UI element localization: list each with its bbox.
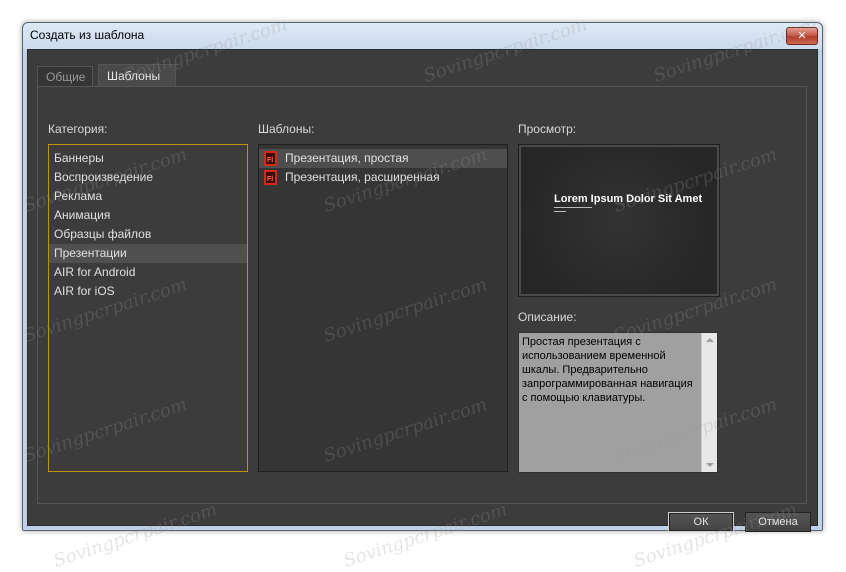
scroll-down-icon[interactable] xyxy=(706,463,714,467)
category-item[interactable]: Баннеры xyxy=(49,149,247,168)
tab-templates[interactable]: Шаблоны xyxy=(98,64,176,86)
preview-subline xyxy=(554,207,592,208)
description-label: Описание: xyxy=(518,310,577,324)
preview-title: Lorem Ipsum Dolor Sit Amet xyxy=(554,193,703,205)
tab-general[interactable]: Общие xyxy=(37,66,93,86)
cancel-button[interactable]: Отмена xyxy=(745,512,811,532)
description-box: Простая презентация с использованием вре… xyxy=(518,332,718,473)
fla-file-icon: Fl xyxy=(264,170,277,185)
description-text: Простая презентация с использованием вре… xyxy=(522,336,693,404)
dialog-window: Создать из шаблона ✕ Общие Шаблоны Катег… xyxy=(22,22,823,532)
template-item-selected[interactable]: Fl Презентация, простая xyxy=(259,149,507,168)
svg-text:Fl: Fl xyxy=(267,176,273,183)
category-label: Категория: xyxy=(48,122,108,136)
category-item[interactable]: Реклама xyxy=(49,187,247,206)
preview-pane: Lorem Ipsum Dolor Sit Amet xyxy=(518,144,720,297)
templates-label: Шаблоны: xyxy=(258,122,315,136)
category-item[interactable]: Воспроизведение xyxy=(49,168,247,187)
category-item[interactable]: Анимация xyxy=(49,206,247,225)
template-item-label: Презентация, простая xyxy=(285,151,409,165)
dialog-body: Общие Шаблоны Категория: Шаблоны: Просмо… xyxy=(27,49,818,532)
category-item[interactable]: AIR for iOS xyxy=(49,282,247,301)
template-item-label: Презентация, расширенная xyxy=(285,170,440,184)
window-title: Создать из шаблона xyxy=(30,28,145,42)
preview-label: Просмотр: xyxy=(518,122,577,136)
category-item[interactable]: Образцы файлов xyxy=(49,225,247,244)
description-scrollbar[interactable] xyxy=(701,333,717,472)
ok-button[interactable]: ОК xyxy=(668,512,734,532)
template-list[interactable]: Fl Презентация, простая Fl Презентация, … xyxy=(258,144,508,472)
category-item[interactable]: AIR for Android xyxy=(49,263,247,282)
preview-subline xyxy=(554,211,566,212)
close-button[interactable]: ✕ xyxy=(786,27,818,45)
category-list[interactable]: Баннеры Воспроизведение Реклама Анимация… xyxy=(48,144,248,472)
category-item-selected[interactable]: Презентации xyxy=(49,244,247,263)
preview-image: Lorem Ipsum Dolor Sit Amet xyxy=(521,147,717,294)
template-item[interactable]: Fl Презентация, расширенная xyxy=(259,168,507,187)
scroll-up-icon[interactable] xyxy=(706,338,714,342)
fla-file-icon: Fl xyxy=(264,151,277,166)
svg-text:Fl: Fl xyxy=(267,157,273,164)
